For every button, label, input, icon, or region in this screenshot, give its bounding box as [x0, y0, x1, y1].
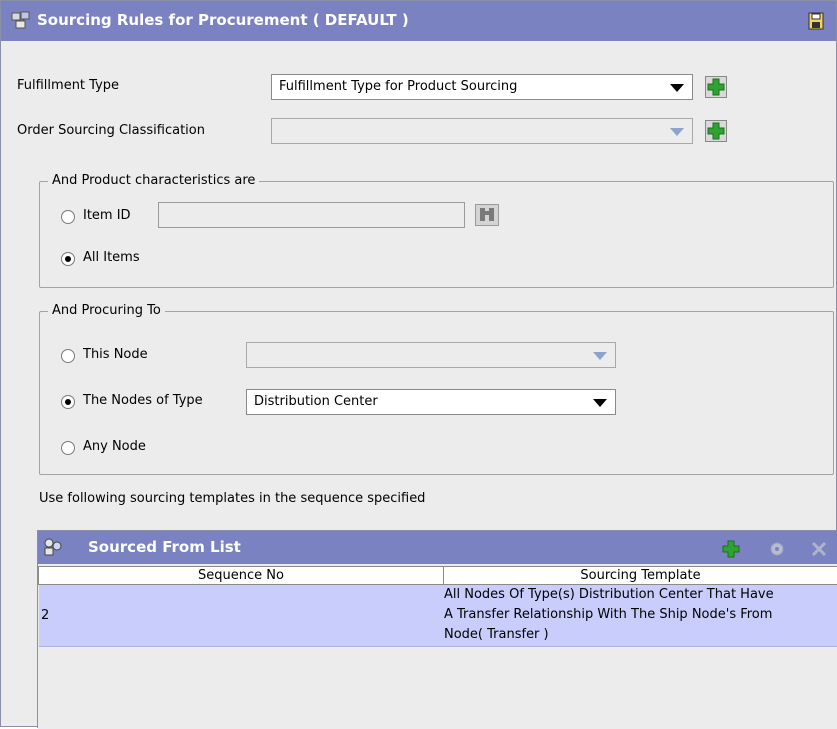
fulfillment-type-value: Fulfillment Type for Product Sourcing — [279, 79, 518, 94]
nodes-of-type-value: Distribution Center — [254, 394, 378, 409]
window-title: Sourcing Rules for Procurement ( DEFAULT… — [37, 11, 409, 29]
order-sourcing-classification-select[interactable] — [271, 118, 693, 144]
details-button[interactable] — [768, 540, 786, 562]
sequence-no-cell: 2 — [41, 608, 50, 623]
title-bar: Sourcing Rules for Procurement ( DEFAULT… — [1, 1, 836, 41]
add-icon — [722, 540, 740, 558]
sourcing-rules-icon — [10, 9, 32, 35]
add-order-sourcing-classification-button[interactable] — [705, 120, 727, 142]
any-node-label: Any Node — [83, 439, 146, 454]
all-items-radio[interactable] — [61, 252, 75, 266]
sourcing-rules-window: Sourcing Rules for Procurement ( DEFAULT… — [0, 0, 837, 729]
chevron-down-icon — [593, 352, 607, 360]
column-header-sequence-no[interactable]: Sequence No — [38, 566, 444, 585]
binoculars-icon — [475, 204, 499, 226]
add-sourcing-template-button[interactable] — [722, 540, 740, 562]
sourced-from-list-icon — [42, 537, 64, 561]
chevron-down-icon — [593, 399, 607, 407]
table-row[interactable]: 2 All Nodes Of Type(s) Distribution Cent… — [39, 585, 837, 647]
column-header-sourcing-template[interactable]: Sourcing Template — [443, 566, 837, 585]
templates-caption: Use following sourcing templates in the … — [39, 491, 426, 506]
product-characteristics-group: And Product characteristics are — [39, 173, 834, 288]
save-icon[interactable] — [808, 12, 824, 34]
procuring-to-legend: And Procuring To — [48, 303, 165, 318]
all-items-label: All Items — [83, 250, 140, 265]
this-node-label: This Node — [83, 347, 148, 362]
item-lookup-button[interactable] — [475, 204, 499, 230]
any-node-radio[interactable] — [61, 441, 75, 455]
add-icon — [705, 120, 727, 142]
nodes-of-type-radio[interactable] — [61, 395, 75, 409]
delete-button[interactable] — [810, 540, 828, 562]
this-node-radio[interactable] — [61, 349, 75, 363]
sourced-from-list-header: Sourced From List — [38, 531, 837, 564]
gear-icon — [770, 542, 784, 556]
nodes-of-type-select[interactable]: Distribution Center — [246, 389, 616, 415]
fulfillment-type-label: Fulfillment Type — [17, 78, 120, 93]
sourced-from-list-title: Sourced From List — [88, 538, 241, 556]
item-id-radio[interactable] — [61, 210, 75, 224]
product-characteristics-legend: And Product characteristics are — [48, 173, 260, 188]
chevron-down-icon — [670, 128, 684, 136]
chevron-down-icon — [670, 84, 684, 92]
order-sourcing-classification-label: Order Sourcing Classification — [17, 123, 205, 138]
this-node-select[interactable] — [246, 342, 616, 368]
item-id-input[interactable] — [158, 202, 465, 228]
add-icon — [705, 76, 727, 98]
close-icon — [811, 541, 827, 557]
item-id-label: Item ID — [83, 208, 131, 223]
nodes-of-type-label: The Nodes of Type — [83, 393, 203, 408]
sourced-from-list-panel: Sourced From List Sequence No Sourcing T… — [37, 530, 837, 729]
add-fulfillment-type-button[interactable] — [705, 76, 727, 98]
fulfillment-type-select[interactable]: Fulfillment Type for Product Sourcing — [271, 74, 693, 100]
sourcing-template-cell: All Nodes Of Type(s) Distribution Center… — [444, 587, 774, 642]
sourced-from-table: Sequence No Sourcing Template 2 All Node… — [38, 566, 837, 729]
